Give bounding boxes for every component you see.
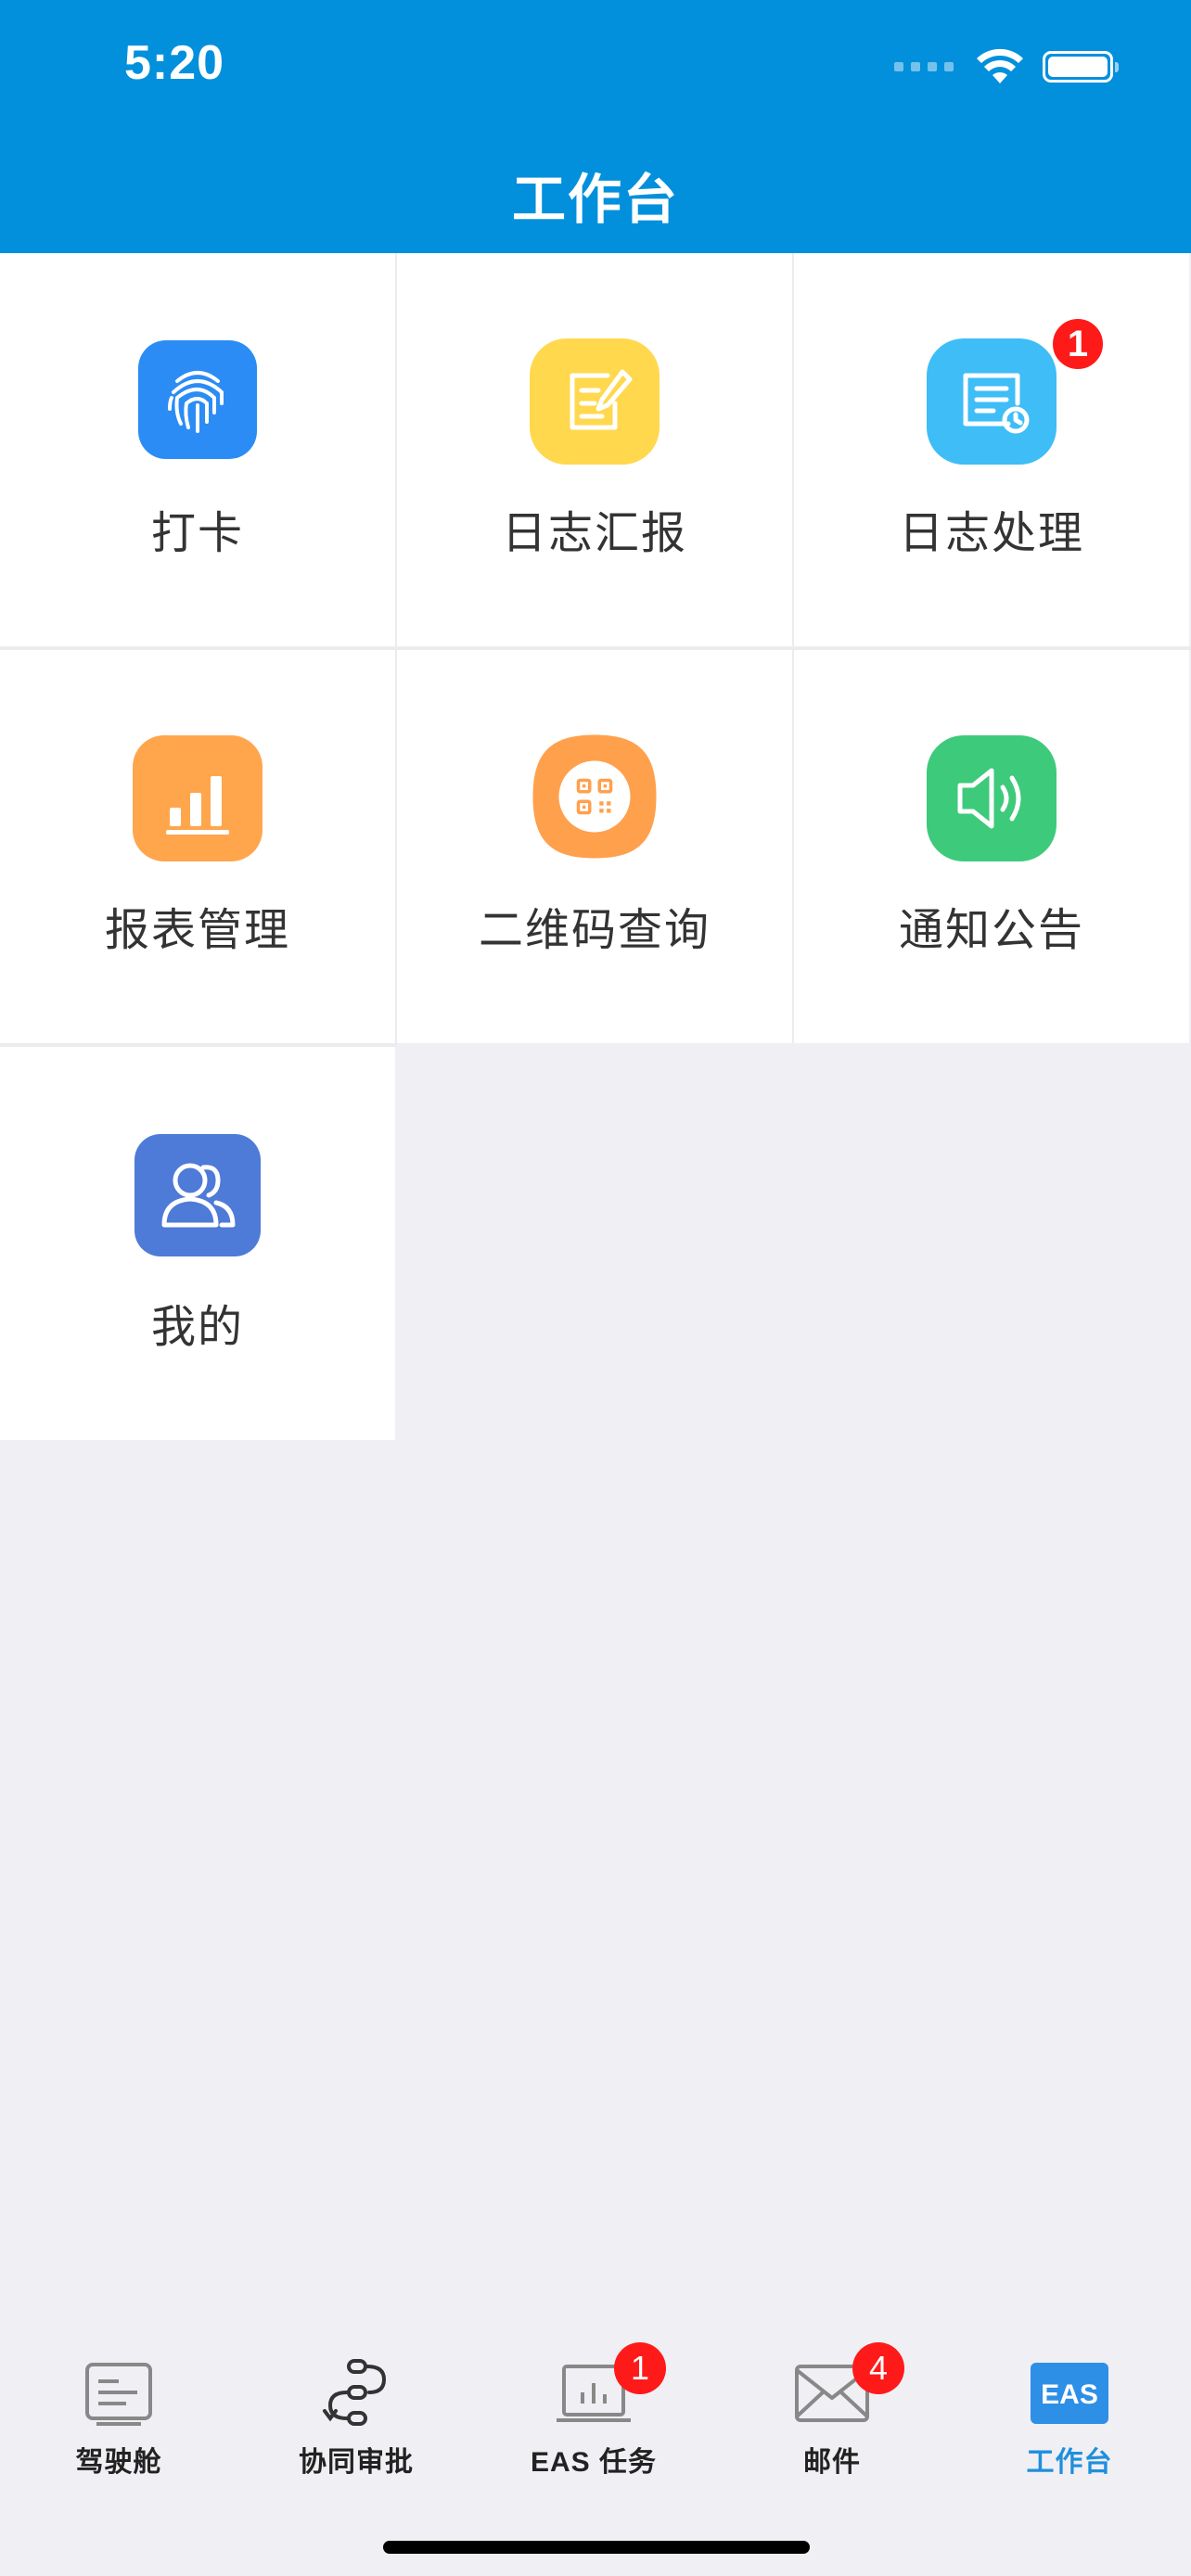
grid-item-label: 二维码查询 (478, 904, 711, 956)
edit-note-icon (530, 335, 660, 465)
grid-item-log-report[interactable]: 日志汇报 (397, 253, 792, 646)
grid-item-log-process[interactable]: 1 日志处理 (794, 253, 1189, 646)
task-laptop-icon: 1 (553, 2342, 666, 2428)
grid-item-label: 日志处理 (898, 507, 1084, 559)
page-title: 工作台 (511, 168, 679, 231)
log-process-icon (927, 335, 1057, 465)
grid-item-label: 我的 (150, 1301, 244, 1353)
notification-badge: 1 (614, 2342, 666, 2394)
grid-divider (0, 646, 1191, 650)
grid-item-qr-query[interactable]: 二维码查询 (397, 650, 792, 1043)
tab-cockpit[interactable]: 驾驶舱 (26, 2359, 211, 2480)
grid-divider (792, 253, 794, 646)
grid-item-label: 通知公告 (898, 904, 1084, 956)
approval-flow-icon (315, 2359, 397, 2428)
home-indicator[interactable] (383, 2541, 810, 2554)
tab-bar: 驾驶舱 协同审批 1 EAS 任务 4 邮件 EAS 工作台 (0, 2324, 1191, 2576)
notification-badge: 4 (852, 2342, 904, 2394)
tab-eas-task[interactable]: 1 EAS 任务 (501, 2342, 686, 2480)
svg-text:EAS: EAS (1041, 2379, 1098, 2410)
tab-label: 协同审批 (299, 2446, 414, 2479)
tab-approval[interactable]: 协同审批 (263, 2359, 449, 2480)
tab-label: 驾驶舱 (75, 2446, 162, 2479)
user-group-icon (133, 1129, 263, 1258)
grid-divider (0, 1043, 397, 1047)
bar-chart-icon (133, 732, 263, 861)
grid-item-label: 日志汇报 (501, 507, 687, 559)
tab-label: 邮件 (803, 2446, 861, 2479)
cockpit-icon (78, 2359, 160, 2428)
qrcode-icon (530, 732, 660, 861)
grid-item-label: 报表管理 (104, 904, 290, 956)
tab-workbench[interactable]: EAS 工作台 (977, 2359, 1162, 2480)
status-icons (894, 46, 1119, 87)
grid-item-reports[interactable]: 报表管理 (0, 650, 395, 1043)
tab-label: EAS 任务 (530, 2447, 658, 2478)
battery-icon (1043, 51, 1119, 83)
mail-icon: 4 (791, 2342, 904, 2428)
grid-item-notices[interactable]: 通知公告 (794, 650, 1189, 1043)
grid-item-mine[interactable]: 我的 (0, 1047, 395, 1440)
grid-divider (792, 650, 794, 1043)
tab-mail[interactable]: 4 邮件 (739, 2342, 925, 2480)
notification-badge: 1 (1050, 316, 1106, 372)
status-time: 5:20 (124, 36, 225, 90)
tab-label: 工作台 (1026, 2446, 1113, 2479)
header-bar: 5:20 工作台 (0, 0, 1191, 253)
eas-icon: EAS (1029, 2359, 1110, 2428)
wifi-icon (977, 48, 1023, 83)
cellular-signal-icon (894, 62, 954, 71)
speaker-icon (927, 732, 1057, 861)
grid-item-label: 打卡 (150, 507, 244, 559)
fingerprint-icon (133, 335, 263, 465)
grid-item-clock-in[interactable]: 打卡 (0, 253, 395, 646)
